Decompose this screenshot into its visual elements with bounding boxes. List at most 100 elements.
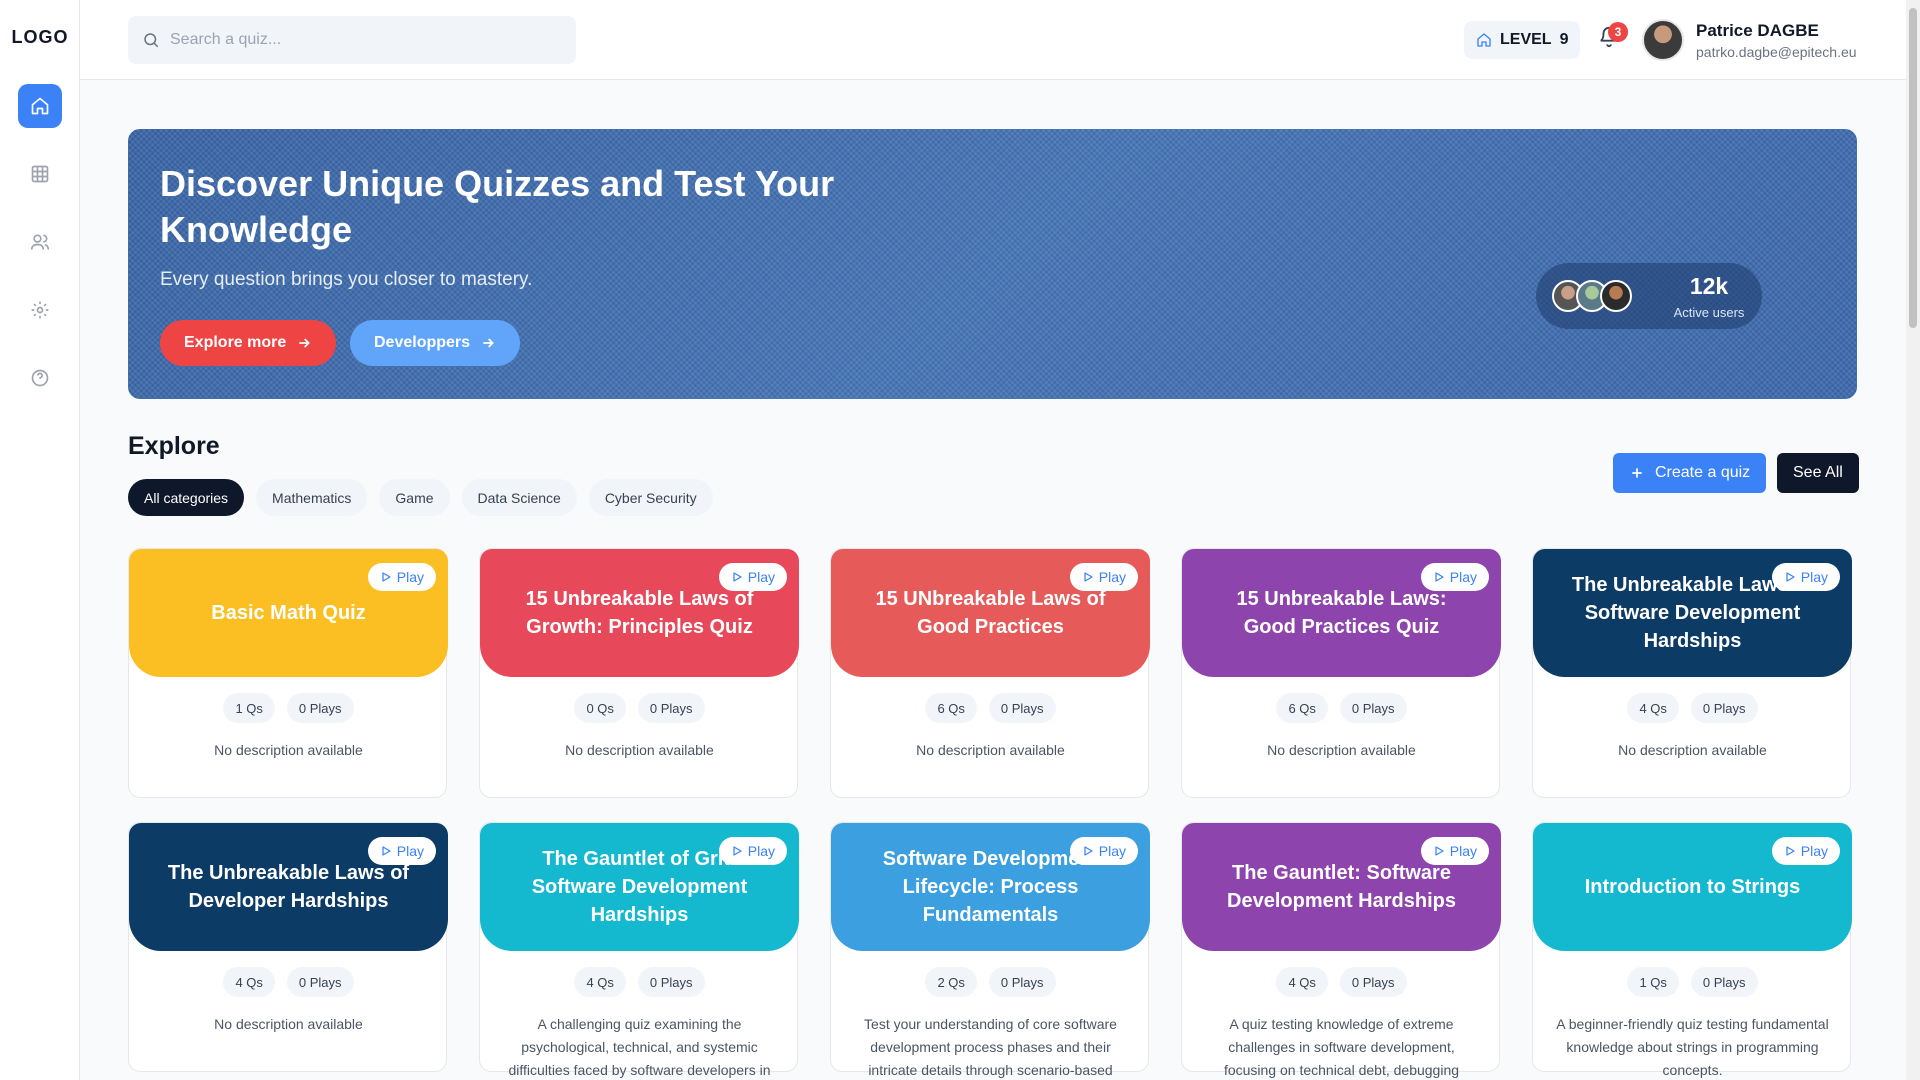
play-button[interactable]: Play <box>718 837 787 865</box>
gear-icon <box>31 301 49 319</box>
quiz-stats: 4 Qs 0 Plays <box>1182 967 1501 997</box>
user-avatar[interactable] <box>1642 19 1684 61</box>
page-scrollbar[interactable] <box>1906 0 1920 1080</box>
play-label: Play <box>1098 569 1126 585</box>
play-icon <box>1786 572 1795 582</box>
quiz-stats: 4 Qs 0 Plays <box>1533 693 1852 723</box>
quiz-stats: 6 Qs 0 Plays <box>1182 693 1501 723</box>
quiz-title: The Gauntlet: Software Development Hards… <box>1227 862 1456 912</box>
play-icon <box>1435 572 1444 582</box>
quiz-grid: Basic Math Quiz Play 1 Qs 0 Plays No des… <box>128 548 1852 1078</box>
quiz-card-header: The Unbreakable Laws of Developer Hardsh… <box>129 823 448 951</box>
quiz-description: A quiz testing knowledge of extreme chal… <box>1223 1016 1460 1078</box>
play-icon <box>733 846 742 856</box>
nav-settings-button[interactable] <box>18 288 62 332</box>
question-count: 4 Qs <box>574 967 626 997</box>
play-button[interactable]: Play <box>1420 837 1489 865</box>
question-count: 4 Qs <box>1627 693 1679 723</box>
play-button[interactable]: Play <box>367 837 436 865</box>
quiz-description: No description available <box>916 742 1065 758</box>
nav-users-button[interactable] <box>18 220 62 264</box>
home-icon <box>31 97 49 115</box>
play-icon <box>1084 572 1093 582</box>
play-label: Play <box>1449 569 1477 585</box>
create-quiz-label: Create a quiz <box>1655 464 1751 481</box>
quiz-card-header: 15 Unbreakable Laws: Good Practices Quiz… <box>1182 549 1501 677</box>
category-chip-data-science[interactable]: Data Science <box>461 479 577 516</box>
quiz-card-header: The Gauntlet: Software Development Hards… <box>1182 823 1501 951</box>
play-button[interactable]: Play <box>1771 563 1840 591</box>
play-icon <box>1786 846 1795 856</box>
quiz-card[interactable]: 15 UNbreakable Laws of Good Practices Pl… <box>830 548 1150 798</box>
quiz-description: No description available <box>1267 742 1416 758</box>
top-header: LEVEL 9 3 Patrice DAGBE patrko.dagbe@epi… <box>80 0 1920 80</box>
play-count: 0 Plays <box>1690 693 1758 723</box>
quiz-stats: 0 Qs 0 Plays <box>480 693 799 723</box>
quiz-card-header: 15 UNbreakable Laws of Good Practices Pl… <box>831 549 1150 677</box>
developers-button[interactable]: Developpers <box>350 320 521 366</box>
notification-count-badge: 3 <box>1608 22 1628 42</box>
plus-icon <box>1632 468 1642 478</box>
quiz-title: 15 UNbreakable Laws of Good Practices <box>875 588 1106 638</box>
nav-grid-button[interactable] <box>18 152 62 196</box>
level-label: LEVEL <box>1500 31 1552 48</box>
nav-home-button[interactable] <box>18 84 62 128</box>
play-button[interactable]: Play <box>1771 837 1840 865</box>
quiz-card[interactable]: Basic Math Quiz Play 1 Qs 0 Plays No des… <box>128 548 448 798</box>
quiz-card[interactable]: 15 Unbreakable Laws of Growth: Principle… <box>479 548 799 798</box>
developers-label: Developpers <box>374 334 471 351</box>
play-label: Play <box>1449 843 1477 859</box>
play-button[interactable]: Play <box>718 563 787 591</box>
play-button[interactable]: Play <box>367 563 436 591</box>
question-count: 0 Qs <box>574 693 626 723</box>
play-label: Play <box>747 569 775 585</box>
grid-icon <box>31 165 49 183</box>
quiz-card[interactable]: The Unbreakable Laws of Developer Hardsh… <box>128 822 448 1072</box>
quiz-title: 15 Unbreakable Laws: Good Practices Quiz <box>1236 588 1447 638</box>
quiz-stats: 6 Qs 0 Plays <box>831 693 1150 723</box>
quiz-description: A challenging quiz examining the psychol… <box>508 1016 771 1078</box>
category-filters: All categories Mathematics Game Data Sci… <box>128 479 713 516</box>
logo: LOGO <box>11 27 69 47</box>
quiz-card-header: Software Development Lifecycle: Process … <box>831 823 1150 951</box>
category-chip-game[interactable]: Game <box>379 479 450 516</box>
play-button[interactable]: Play <box>1069 837 1138 865</box>
quiz-card[interactable]: Software Development Lifecycle: Process … <box>830 822 1150 1078</box>
quiz-card[interactable]: 15 Unbreakable Laws: Good Practices Quiz… <box>1181 548 1501 798</box>
play-button[interactable]: Play <box>1069 563 1138 591</box>
question-count: 6 Qs <box>925 693 977 723</box>
see-all-button[interactable]: See All <box>1777 453 1859 493</box>
question-count: 1 Qs <box>223 693 275 723</box>
quiz-description: No description available <box>565 742 714 758</box>
question-count: 4 Qs <box>223 967 275 997</box>
create-quiz-button[interactable]: Create a quiz <box>1613 453 1767 493</box>
quiz-card[interactable]: Introduction to Strings Play 1 Qs 0 Play… <box>1532 822 1852 1078</box>
play-button[interactable]: Play <box>1420 563 1489 591</box>
level-value: 9 <box>1559 31 1569 48</box>
play-label: Play <box>396 569 424 585</box>
arrow-right-icon <box>299 338 311 348</box>
search-input[interactable] <box>170 31 550 49</box>
quiz-card-header: The Gauntlet of Grit: Software Developme… <box>480 823 799 951</box>
quiz-card-header: Introduction to Strings Play <box>1533 823 1852 951</box>
question-count: 1 Qs <box>1627 967 1679 997</box>
quiz-card[interactable]: The Gauntlet: Software Development Hards… <box>1181 822 1501 1078</box>
quiz-description: No description available <box>214 1016 363 1032</box>
quiz-card[interactable]: The Unbreakable Laws of Software Develop… <box>1532 548 1852 798</box>
quiz-card-header: The Unbreakable Laws of Software Develop… <box>1533 549 1852 677</box>
scrollbar-thumb[interactable] <box>1909 8 1917 328</box>
category-chip-mathematics[interactable]: Mathematics <box>256 479 368 516</box>
search-box[interactable] <box>128 16 576 64</box>
users-icon <box>30 234 50 250</box>
explore-more-label: Explore more <box>184 334 287 351</box>
category-chip-cyber-security[interactable]: Cyber Security <box>588 479 713 516</box>
nav-help-button[interactable] <box>18 356 62 400</box>
explore-more-button[interactable]: Explore more <box>160 320 337 366</box>
quiz-title: Basic Math Quiz <box>211 602 366 624</box>
quiz-card-header: 15 Unbreakable Laws of Growth: Principle… <box>480 549 799 677</box>
play-count: 0 Plays <box>1339 693 1407 723</box>
play-icon <box>1435 846 1444 856</box>
category-chip-all[interactable]: All categories <box>128 479 245 516</box>
question-count: 6 Qs <box>1276 693 1328 723</box>
quiz-card[interactable]: The Gauntlet of Grit: Software Developme… <box>479 822 799 1078</box>
